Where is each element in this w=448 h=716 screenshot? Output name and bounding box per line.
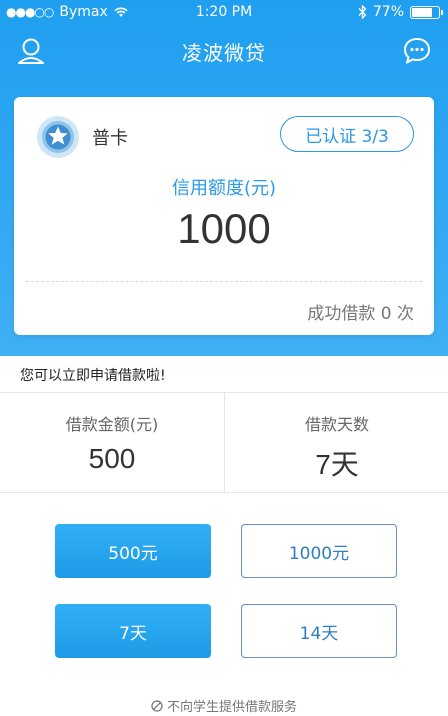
disclaimer-text: 不向学生提供借款服务 (166, 700, 297, 715)
successful-loans-count: 成功借款 0 次 (307, 304, 414, 324)
amount-option-500[interactable]: 500元 (55, 524, 211, 578)
card-divider (26, 281, 422, 282)
loan-days-label: 借款天数 (304, 415, 369, 434)
loan-amount-summary: 借款金额(元) 500 (0, 393, 224, 492)
chat-bubble-icon[interactable] (402, 36, 432, 66)
verification-status-button[interactable]: 已认证 3/3 (280, 116, 414, 152)
loan-amount-value: 500 (88, 443, 136, 474)
ban-icon (151, 699, 163, 712)
page-title: 凌波微贷 (182, 41, 266, 65)
battery-percent: 77% (372, 4, 404, 20)
loan-summary: 借款金额(元) 500 借款天数 7天 (0, 393, 448, 492)
days-option-7[interactable]: 7天 (55, 604, 211, 658)
card-tier: 普卡 (92, 128, 128, 149)
loan-days-summary: 借款天数 7天 (225, 393, 448, 492)
nav-bar: 凌波微贷 (0, 26, 448, 76)
loan-amount-label: 借款金额(元) (65, 415, 159, 434)
apply-notice: 您可以立即申请借款啦! (20, 368, 166, 384)
bluetooth-icon (358, 5, 367, 19)
star-badge-icon (37, 116, 79, 158)
credit-limit-label: 信用额度(元) (171, 178, 277, 199)
amount-option-1000[interactable]: 1000元 (241, 524, 397, 578)
student-disclaimer: 不向学生提供借款服务 (0, 696, 448, 715)
days-option-14[interactable]: 14天 (241, 604, 397, 658)
credit-card: 普卡 已认证 3/3 信用额度(元) 1000 成功借款 0 次 (14, 97, 434, 335)
credit-limit-value: 1000 (177, 205, 271, 252)
loan-days-value: 7天 (315, 449, 359, 480)
divider (0, 492, 448, 493)
status-bar: ●●●○○ Bymax 1:20 PM 77% (0, 0, 448, 26)
battery-icon (410, 5, 443, 19)
